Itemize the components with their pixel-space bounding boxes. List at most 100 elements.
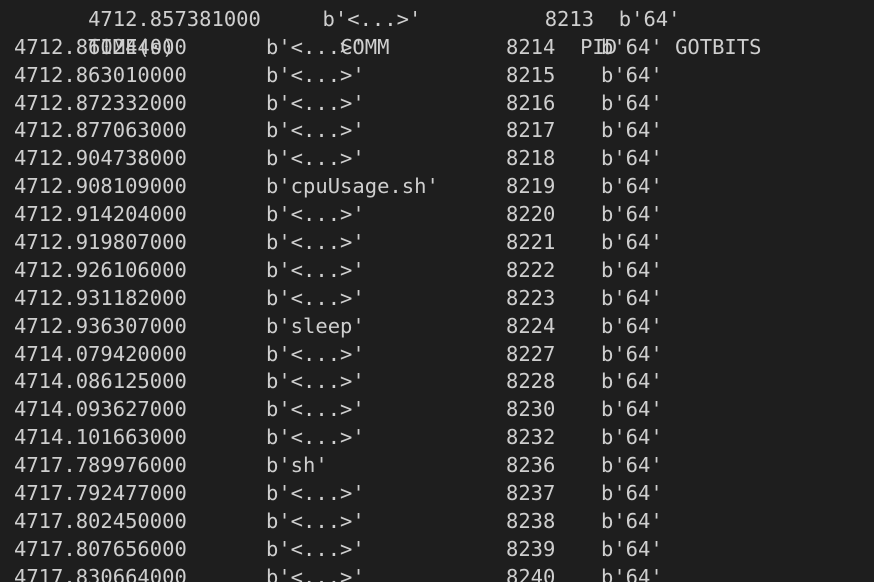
table-row: 4714.101663000 b'<...>' 8232 b'64' — [0, 424, 874, 452]
cell-comm: b'<...>' — [266, 146, 365, 171]
table-row: 4717.807656000 b'<...>' 8239 b'64' — [0, 536, 874, 564]
table-row: 4714.086125000 b'<...>' 8228 b'64' — [0, 368, 874, 396]
cell-time: 4712.860244000 — [14, 34, 187, 59]
table-row: 4712.877063000 b'<...>' 8217 b'64' — [0, 117, 874, 145]
cell-comm: b'<...>' — [266, 341, 365, 366]
cell-time: 4717.807656000 — [14, 536, 187, 561]
cell-comm: b'<...>' — [266, 90, 365, 115]
cell-comm: b'<...>' — [266, 285, 365, 310]
cell-time: 4712.877063000 — [14, 118, 187, 143]
table-row: 4712.860244000 b'<...>' 8214 b'64' — [0, 34, 874, 62]
cell-gotbits: b'64' — [601, 564, 663, 582]
cell-pid: 8232 — [506, 425, 556, 450]
table-row: 4712.904738000 b'<...>' 8218 b'64' — [0, 145, 874, 173]
cell-comm: b'<...>' — [266, 508, 365, 533]
cell-pid: 8219 — [506, 174, 556, 199]
cell-gotbits: b'64' — [601, 90, 663, 115]
cell-gotbits: b'64' — [601, 425, 663, 450]
cell-gotbits: b'64' — [601, 202, 663, 227]
cell-time: 4712.872332000 — [14, 90, 187, 115]
cell-pid: 8221 — [506, 230, 556, 255]
cell-time: 4712.904738000 — [14, 146, 187, 171]
table-row: 4712.872332000 b'<...>' 8216 b'64' — [0, 90, 874, 118]
cell-comm: b'<...>' — [266, 481, 365, 506]
cell-pid: 8236 — [506, 453, 556, 478]
cell-comm: b'<...>' — [266, 62, 365, 87]
cell-gotbits: b'64' — [601, 146, 663, 171]
cell-gotbits: b'64' — [601, 397, 663, 422]
table-row: 4712.926106000 b'<...>' 8222 b'64' — [0, 257, 874, 285]
cell-time: 4717.830664000 — [14, 564, 187, 582]
cell-gotbits: b'64' — [601, 536, 663, 561]
cell-time: 4712.908109000 — [14, 174, 187, 199]
cell-pid: 8216 — [506, 90, 556, 115]
terminal-scroll-area: 4712.857381000 b'<...>' 8213 b'64' TIME(… — [0, 0, 874, 582]
cell-pid: 8230 — [506, 397, 556, 422]
cell-pid: 8238 — [506, 508, 556, 533]
table-row: 4712.863010000 b'<...>' 8215 b'64' — [0, 62, 874, 90]
cell-gotbits: b'64' — [601, 62, 663, 87]
cell-time: 4712.936307000 — [14, 313, 187, 338]
cell-gotbits: b'64' — [601, 285, 663, 310]
cell-time: 4714.101663000 — [14, 425, 187, 450]
cell-comm: b'<...>' — [266, 230, 365, 255]
table-row: 4717.802450000 b'<...>' 8238 b'64' — [0, 508, 874, 536]
cell-gotbits: b'64' — [601, 369, 663, 394]
cell-pid: 8218 — [506, 146, 556, 171]
cell-comm: b'<...>' — [266, 564, 365, 582]
cell-pid: 8237 — [506, 481, 556, 506]
cell-pid: 8222 — [506, 257, 556, 282]
table-row: 4717.792477000 b'<...>' 8237 b'64' — [0, 480, 874, 508]
table-row: 4714.093627000 b'<...>' 8230 b'64' — [0, 396, 874, 424]
cell-pid: 8228 — [506, 369, 556, 394]
cell-time: 4717.802450000 — [14, 508, 187, 533]
cell-pid: 8240 — [506, 564, 556, 582]
table-row: 4714.079420000 b'<...>' 8227 b'64' — [0, 341, 874, 369]
terminal-window[interactable]: 4712.857381000 b'<...>' 8213 b'64' TIME(… — [0, 0, 874, 582]
cell-comm: b'sh' — [266, 453, 328, 478]
cell-pid: 8220 — [506, 202, 556, 227]
cell-pid: 8217 — [506, 118, 556, 143]
table-row: 4717.830664000 b'<...>' 8240 b'64' — [0, 564, 874, 582]
cell-time: 4717.792477000 — [14, 481, 187, 506]
cell-comm: b'<...>' — [266, 425, 365, 450]
cell-time: 4717.789976000 — [14, 453, 187, 478]
cell-time: 4712.863010000 — [14, 62, 187, 87]
cell-pid: 8223 — [506, 285, 556, 310]
cell-comm: b'<...>' — [266, 397, 365, 422]
cell-time: 4714.086125000 — [14, 369, 187, 394]
cell-gotbits: b'64' — [601, 174, 663, 199]
cell-comm: b'<...>' — [266, 536, 365, 561]
cell-comm: b'cpuUsage.sh' — [266, 174, 439, 199]
cell-pid: 8224 — [506, 313, 556, 338]
cell-comm: b'<...>' — [266, 202, 365, 227]
cell-gotbits: b'64' — [601, 341, 663, 366]
cell-gotbits: b'64' — [601, 257, 663, 282]
cell-time: 4712.919807000 — [14, 230, 187, 255]
table-row: 4712.936307000 b'sleep' 8224 b'64' — [0, 313, 874, 341]
cell-gotbits: b'64' — [601, 34, 663, 59]
cell-gotbits: b'64' — [601, 453, 663, 478]
table-row: 4717.789976000 b'sh' 8236 b'64' — [0, 452, 874, 480]
table-row: 4712.914204000 b'<...>' 8220 b'64' — [0, 201, 874, 229]
trace-rows: 4712.860244000 b'<...>' 8214 b'64' 4712.8630… — [0, 34, 874, 582]
table-row: 4712.908109000 b'cpuUsage.sh' 8219 b'64' — [0, 173, 874, 201]
cell-time: 4712.926106000 — [14, 257, 187, 282]
cell-gotbits: b'64' — [601, 313, 663, 338]
cell-pid: 8215 — [506, 62, 556, 87]
cell-gotbits: b'64' — [601, 230, 663, 255]
cell-time: 4714.093627000 — [14, 397, 187, 422]
cell-comm: b'<...>' — [266, 257, 365, 282]
cell-comm: b'<...>' — [266, 118, 365, 143]
cell-comm: b'sleep' — [266, 313, 365, 338]
cell-gotbits: b'64' — [601, 118, 663, 143]
cell-pid: 8214 — [506, 34, 556, 59]
cell-time: 4714.079420000 — [14, 341, 187, 366]
cell-gotbits: b'64' — [601, 481, 663, 506]
cell-time: 4712.931182000 — [14, 285, 187, 310]
cell-pid: 8239 — [506, 536, 556, 561]
table-row: 4712.919807000 b'<...>' 8221 b'64' — [0, 229, 874, 257]
table-row: 4712.931182000 b'<...>' 8223 b'64' — [0, 285, 874, 313]
cell-gotbits: b'64' — [601, 508, 663, 533]
cell-comm: b'<...>' — [266, 34, 365, 59]
